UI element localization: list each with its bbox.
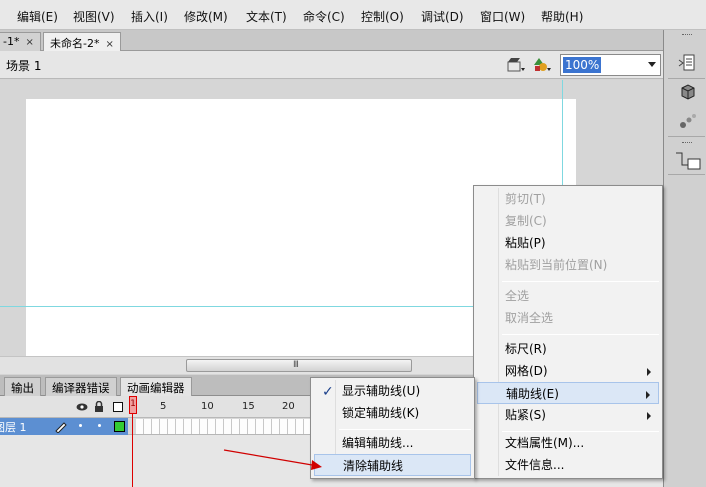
- menu-item-lock-guides[interactable]: 锁定辅助线(K): [314, 402, 471, 424]
- menu-item-paste[interactable]: 粘贴(P): [477, 232, 659, 254]
- menu-edit[interactable]: 编辑(E): [17, 8, 58, 25]
- menu-item-grid[interactable]: 网格(D): [477, 360, 659, 382]
- chevron-down-icon[interactable]: [648, 62, 656, 67]
- scene-bar: 场景 1 100%: [0, 51, 663, 79]
- menu-commands[interactable]: 命令(C): [303, 8, 345, 25]
- layer-name-cell[interactable]: 图层 1: [0, 418, 128, 435]
- menu-debug[interactable]: 调试(D): [421, 8, 464, 25]
- tab-label: -1*: [3, 35, 20, 48]
- menu-separator: [502, 281, 659, 282]
- panel-grip[interactable]: [682, 142, 692, 144]
- menu-item-snapping-label: 贴紧(S): [505, 408, 546, 422]
- menu-item-grid-label: 网格(D): [505, 364, 548, 378]
- tab-document-1[interactable]: -1* ×: [0, 32, 41, 51]
- menu-item-guides-label: 辅助线(E): [506, 387, 559, 401]
- panel-divider: [668, 174, 705, 175]
- components-panel-icon[interactable]: [674, 148, 704, 172]
- frame-number: 15: [242, 401, 255, 412]
- menu-modify[interactable]: 修改(M): [184, 8, 228, 25]
- menu-item-select-all[interactable]: 全选: [477, 285, 659, 307]
- menu-item-file-info[interactable]: 文件信息...: [477, 454, 659, 476]
- menu-item-show-guides-label: 显示辅助线(U): [342, 384, 421, 398]
- submenu-arrow-icon: [647, 412, 651, 420]
- menu-help[interactable]: 帮助(H): [541, 8, 583, 25]
- frame-number: 20: [282, 401, 295, 412]
- tab-document-2[interactable]: 未命名-2* ×: [43, 32, 121, 51]
- menu-control[interactable]: 控制(O): [361, 8, 404, 25]
- frame-number: 5: [160, 401, 167, 412]
- menu-item-cut[interactable]: 剪切(T): [477, 188, 659, 210]
- edit-scene-icon[interactable]: [506, 56, 526, 74]
- zoom-select[interactable]: 100%: [560, 54, 661, 76]
- menu-item-document-properties[interactable]: 文档属性(M)...: [477, 432, 659, 454]
- zoom-value: 100%: [563, 57, 602, 73]
- menu-text[interactable]: 文本(T): [246, 8, 287, 25]
- layer-color-swatch[interactable]: [114, 421, 125, 432]
- tab-label: 未命名-2*: [50, 37, 100, 50]
- menu-bar: 编辑(E) 视图(V) 插入(I) 修改(M) 文本(T) 命令(C) 控制(O…: [0, 0, 706, 30]
- menu-view[interactable]: 视图(V): [73, 8, 115, 25]
- submenu-arrow-icon: [646, 391, 650, 399]
- panel-grip[interactable]: [682, 34, 692, 36]
- submenu-arrow-icon: [647, 368, 651, 376]
- menu-separator: [502, 334, 659, 335]
- menu-item-clear-guides[interactable]: 清除辅助线: [314, 454, 471, 476]
- menu-window[interactable]: 窗口(W): [480, 8, 525, 25]
- stage-context-menu: 剪切(T) 复制(C) 粘贴(P) 粘贴到当前位置(N) 全选 取消全选 标尺(…: [473, 185, 663, 479]
- panel-divider: [668, 78, 705, 79]
- menu-item-deselect-all[interactable]: 取消全选: [477, 307, 659, 329]
- playhead[interactable]: 1: [129, 396, 137, 414]
- outline-icon[interactable]: [113, 402, 123, 412]
- visibility-dot[interactable]: [79, 424, 82, 427]
- tab-motion-editor[interactable]: 动画编辑器: [120, 377, 192, 396]
- guides-submenu: ✓ 显示辅助线(U) 锁定辅助线(K) 编辑辅助线... 清除辅助线: [310, 377, 475, 479]
- scrollbar-grip: III: [293, 360, 299, 370]
- motion-presets-icon[interactable]: [674, 110, 704, 134]
- checkmark-icon: ✓: [322, 384, 334, 400]
- document-tab-bar: -1* × 未命名-2* ×: [0, 30, 663, 51]
- close-icon[interactable]: ×: [25, 37, 33, 48]
- eye-icon[interactable]: [76, 401, 88, 415]
- menu-item-edit-guides[interactable]: 编辑辅助线...: [314, 432, 471, 454]
- scrollbar-thumb[interactable]: III: [186, 359, 412, 372]
- menu-separator: [339, 429, 471, 430]
- playhead-line: [132, 414, 133, 487]
- layer-name: 图层 1: [0, 421, 27, 434]
- lock-dot[interactable]: [98, 424, 101, 427]
- properties-panel-icon[interactable]: [674, 52, 704, 76]
- panel-divider: [668, 136, 705, 137]
- lock-icon[interactable]: [94, 400, 104, 415]
- tab-output[interactable]: 输出: [4, 377, 41, 396]
- pencil-icon: [54, 420, 68, 436]
- close-icon[interactable]: ×: [105, 39, 113, 50]
- menu-item-copy[interactable]: 复制(C): [477, 210, 659, 232]
- scene-label: 场景 1: [6, 59, 42, 73]
- menu-item-snapping[interactable]: 贴紧(S): [477, 404, 659, 426]
- library-cubes-icon[interactable]: [674, 82, 704, 106]
- menu-item-guides[interactable]: 辅助线(E): [477, 382, 659, 404]
- menu-item-paste-in-place[interactable]: 粘贴到当前位置(N): [477, 254, 659, 276]
- menu-insert[interactable]: 插入(I): [131, 8, 168, 25]
- right-tool-panel: [663, 30, 706, 487]
- menu-item-show-guides[interactable]: ✓ 显示辅助线(U): [314, 380, 471, 402]
- edit-symbols-icon[interactable]: [532, 56, 552, 74]
- frame-number: 10: [201, 401, 214, 412]
- menu-item-rulers[interactable]: 标尺(R): [477, 338, 659, 360]
- tab-compiler-errors[interactable]: 编译器错误: [45, 377, 117, 396]
